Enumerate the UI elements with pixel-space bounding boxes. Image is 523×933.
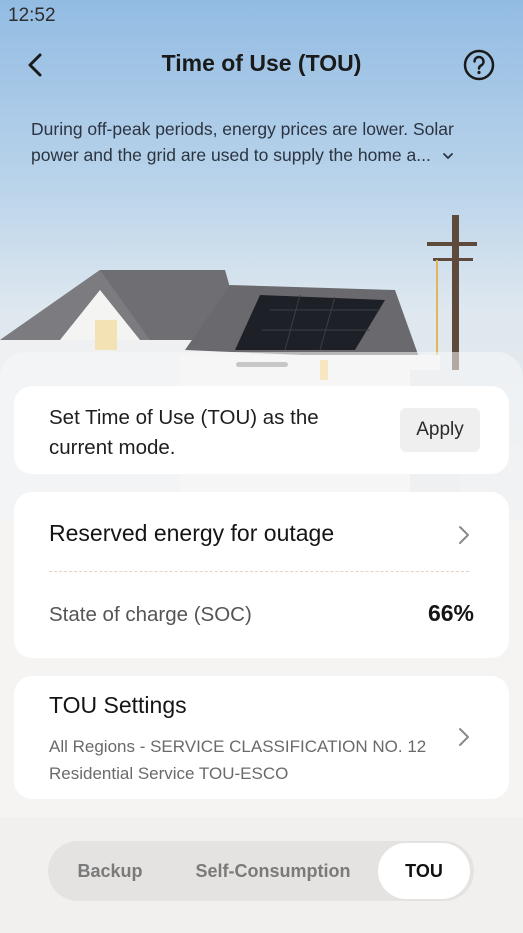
tab-backup[interactable]: Backup — [62, 841, 158, 901]
apply-mode-card: Set Time of Use (TOU) as the current mod… — [14, 386, 509, 474]
top-nav: Time of Use (TOU) — [0, 40, 523, 90]
tou-settings-title: TOU Settings — [49, 692, 187, 718]
tou-settings-card[interactable]: TOU Settings All Regions - SERVICE CLASS… — [14, 676, 509, 799]
chevron-right-icon — [459, 728, 469, 746]
chevron-down-icon[interactable] — [442, 152, 454, 160]
reserved-energy-row[interactable]: Reserved energy for outage — [14, 492, 509, 572]
soc-value: 66% — [427, 600, 474, 626]
soc-label: State of charge (SOC) — [49, 603, 252, 626]
tou-settings-description: All Regions - SERVICE CLASSIFICATION NO.… — [49, 733, 439, 787]
reserved-energy-label: Reserved energy for outage — [49, 520, 335, 546]
drag-handle[interactable] — [236, 362, 288, 367]
mode-segmented-control: Backup Self-Consumption TOU — [48, 841, 474, 901]
apply-button[interactable]: Apply — [400, 408, 480, 452]
tou-tariff-line-2: Residential Service TOU-ESCO — [49, 764, 289, 783]
page-title: Time of Use (TOU) — [161, 50, 362, 76]
help-circle-icon[interactable] — [462, 48, 496, 82]
bottom-bar: Backup Self-Consumption TOU — [0, 817, 523, 933]
mode-description: During off-peak periods, energy prices a… — [31, 116, 501, 168]
tou-tariff-line-1: All Regions - SERVICE CLASSIFICATION NO.… — [49, 737, 427, 756]
divider — [49, 571, 469, 572]
apply-mode-text: Set Time of Use (TOU) as the current mod… — [49, 406, 319, 459]
description-text: During off-peak periods, energy prices a… — [31, 119, 454, 165]
status-time: 12:52 — [8, 5, 56, 26]
tab-tou[interactable]: TOU — [378, 843, 470, 899]
tab-self-consumption[interactable]: Self-Consumption — [188, 841, 358, 901]
chevron-right-icon — [459, 526, 469, 544]
reserved-energy-card: Reserved energy for outage State of char… — [14, 492, 509, 658]
